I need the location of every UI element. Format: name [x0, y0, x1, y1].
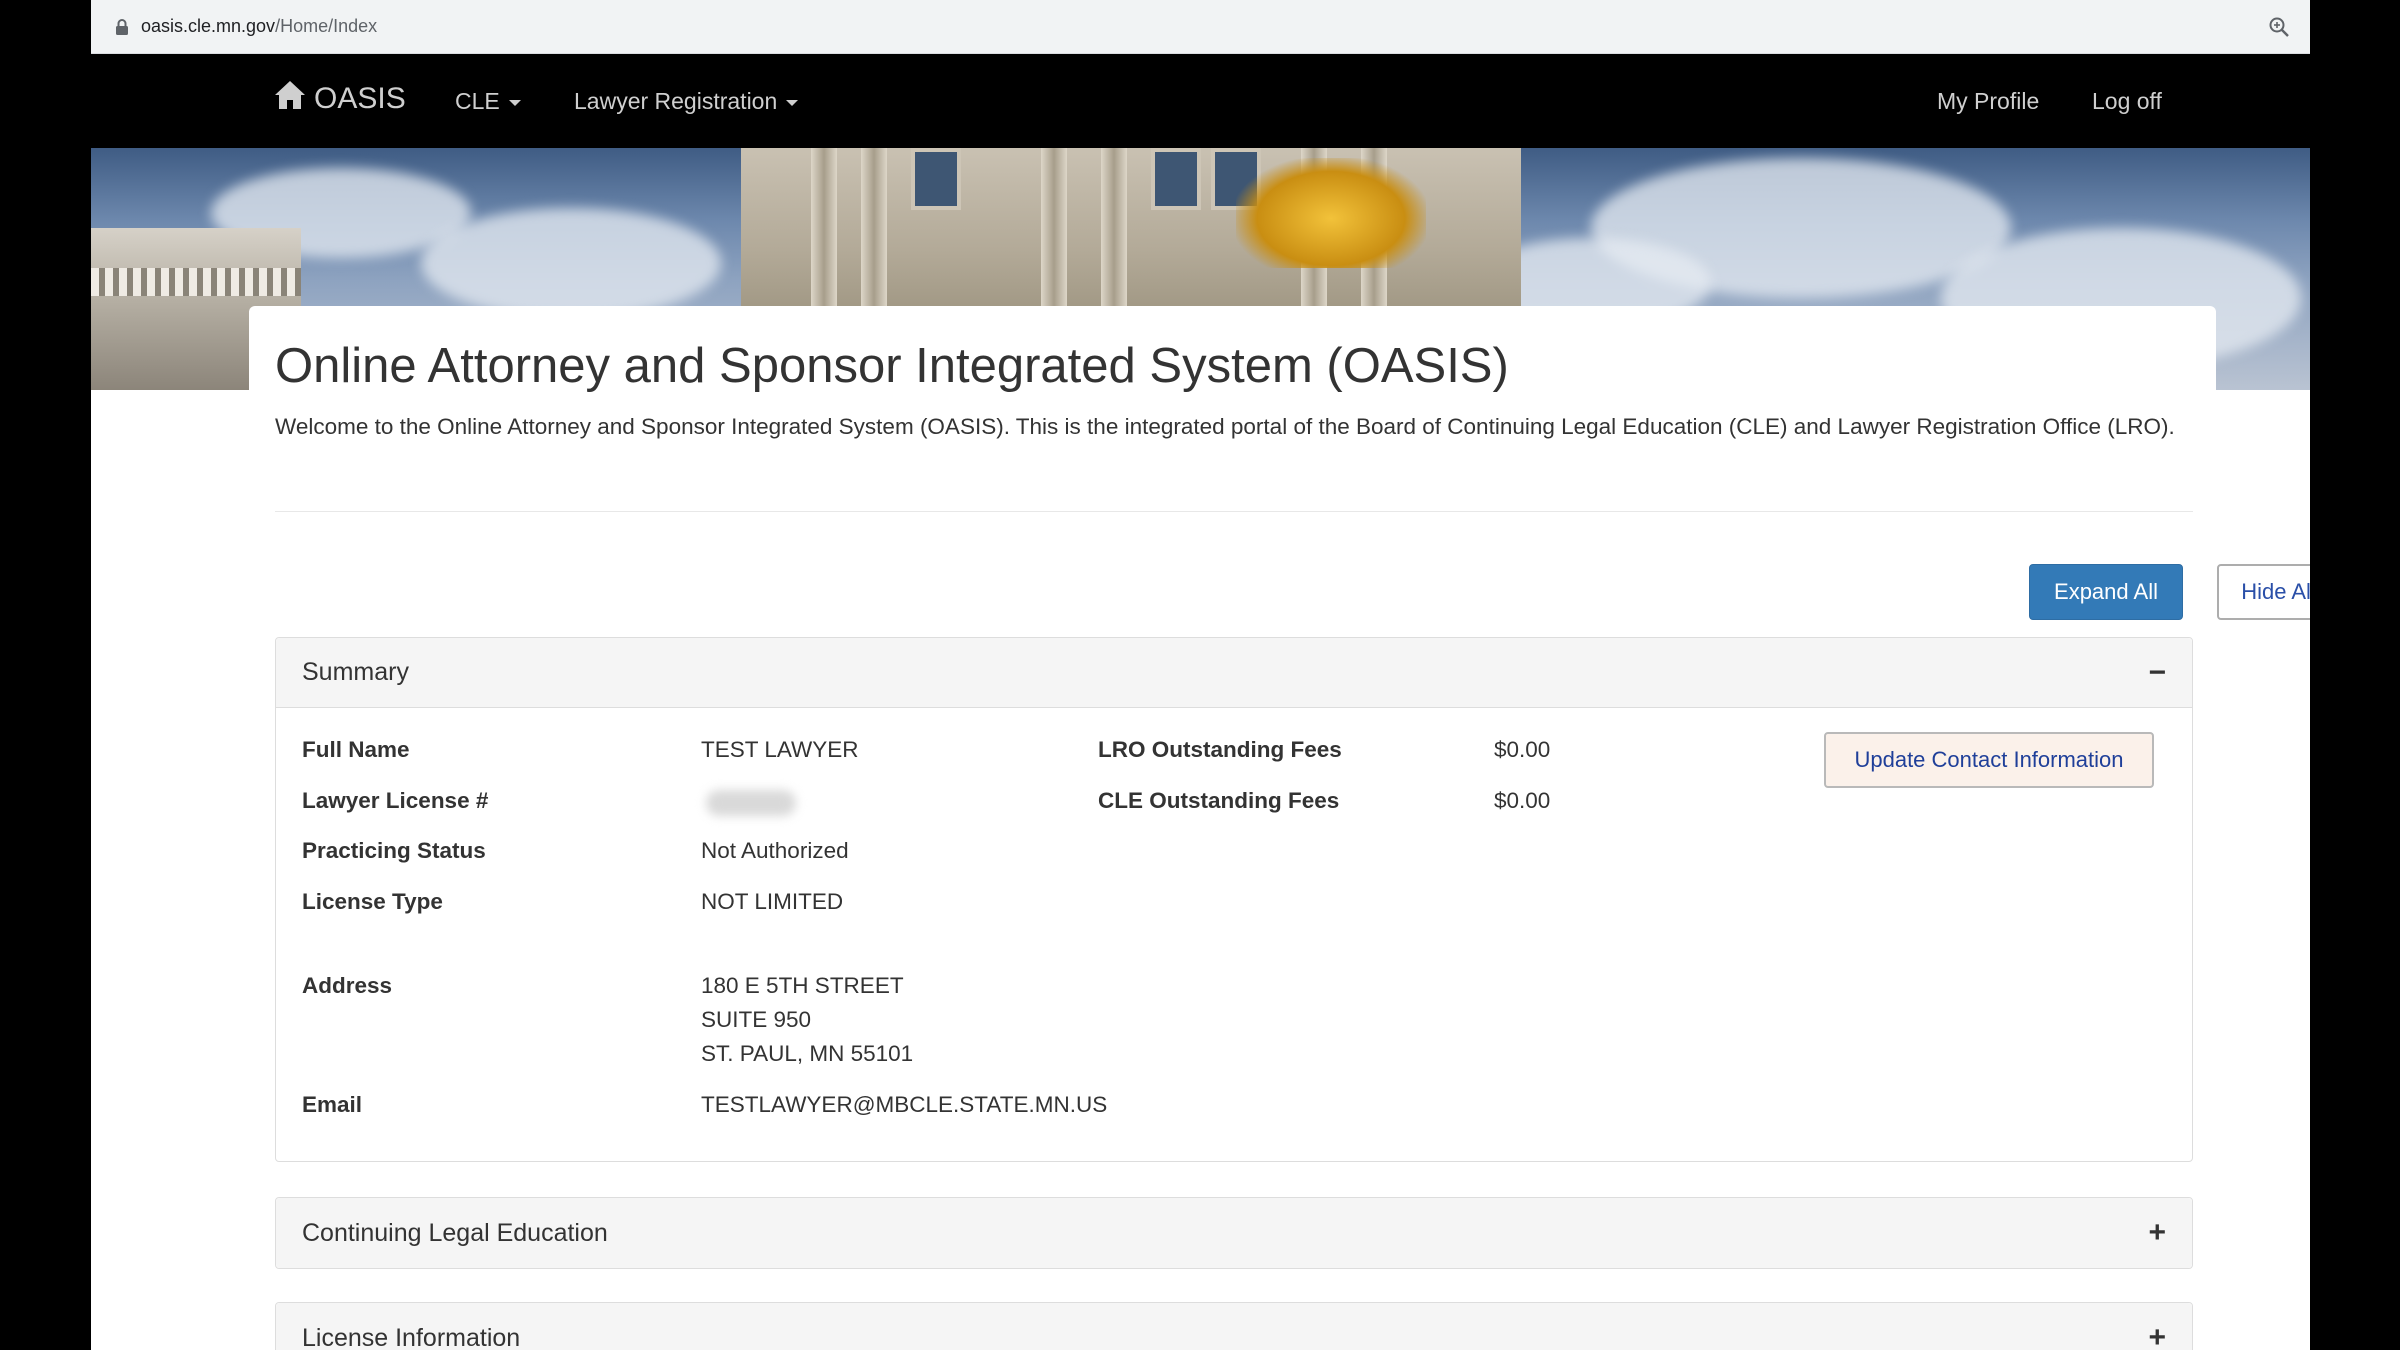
address-line3: ST. PAUL, MN 55101 — [701, 1041, 914, 1066]
nav-lawyer-registration-label: Lawyer Registration — [574, 88, 778, 114]
email-value: TESTLAWYER@MBCLE.STATE.MN.US — [701, 1092, 1108, 1117]
chevron-down-icon — [508, 100, 521, 106]
summary-card: Summary − Update Contact Information Ful… — [275, 637, 2193, 1162]
cle-card-header[interactable]: Continuing Legal Education + — [276, 1198, 2192, 1268]
brand-home-link[interactable]: OASIS — [274, 80, 406, 118]
url-text[interactable]: oasis.cle.mn.gov/Home/Index — [141, 16, 377, 37]
lro-outstanding-fees-value: $0.00 — [1494, 737, 1551, 762]
nav-cle-dropdown[interactable]: CLE — [455, 88, 521, 115]
practicing-status-label: Practicing Status — [302, 838, 486, 863]
license-type-label: License Type — [302, 889, 443, 914]
license-type-value: NOT LIMITED — [701, 889, 844, 914]
expand-plus-icon[interactable]: + — [2148, 1218, 2166, 1248]
nav-lawyer-registration-dropdown[interactable]: Lawyer Registration — [574, 88, 799, 115]
update-contact-information-button[interactable]: Update Contact Information — [1824, 732, 2154, 788]
email-label: Email — [302, 1092, 363, 1117]
url-path: /Home/Index — [275, 16, 378, 36]
browser-window: oasis.cle.mn.gov/Home/Index OASIS CLE La… — [91, 0, 2310, 1350]
cle-outstanding-fees-value: $0.00 — [1494, 788, 1551, 813]
divider — [275, 511, 2193, 512]
home-icon — [274, 80, 314, 118]
main-content: Online Attorney and Sponsor Integrated S… — [249, 306, 2310, 1350]
summary-card-header[interactable]: Summary − — [276, 638, 2192, 708]
chevron-down-icon — [786, 100, 799, 106]
lro-outstanding-fees-label: LRO Outstanding Fees — [1098, 737, 1342, 762]
practicing-status-value: Not Authorized — [701, 838, 849, 863]
full-name-label: Full Name — [302, 737, 410, 762]
cle-card: Continuing Legal Education + — [275, 1197, 2193, 1269]
address-line2: SUITE 950 — [701, 1007, 812, 1032]
zoom-icon[interactable] — [2268, 16, 2290, 43]
address-bar[interactable]: oasis.cle.mn.gov/Home/Index — [91, 0, 2310, 54]
hide-all-button[interactable]: Hide All — [2217, 564, 2310, 620]
cle-outstanding-fees-label: CLE Outstanding Fees — [1098, 788, 1340, 813]
brand-label: OASIS — [314, 82, 406, 115]
page-title: Online Attorney and Sponsor Integrated S… — [275, 339, 1509, 393]
license-information-card-header[interactable]: License Information + — [276, 1303, 2192, 1350]
address-label: Address — [302, 973, 393, 998]
url-domain: oasis.cle.mn.gov — [141, 16, 276, 36]
expand-all-button[interactable]: Expand All — [2029, 564, 2183, 620]
nav-my-profile[interactable]: My Profile — [1937, 88, 2039, 115]
redacted-license-number — [706, 790, 796, 816]
lock-icon — [115, 18, 129, 36]
top-navbar: OASIS CLE Lawyer Registration My Profile… — [91, 54, 2310, 148]
license-information-heading: License Information — [302, 1323, 521, 1350]
address-line1: 180 E 5TH STREET — [701, 973, 904, 998]
lawyer-license-label: Lawyer License # — [302, 788, 489, 813]
intro-text: Welcome to the Online Attorney and Spons… — [275, 414, 2175, 439]
nav-log-off[interactable]: Log off — [2092, 88, 2162, 115]
expand-plus-icon[interactable]: + — [2148, 1323, 2166, 1350]
license-information-card: License Information + — [275, 1302, 2193, 1350]
golden-statue — [1236, 158, 1426, 268]
cle-heading: Continuing Legal Education — [302, 1218, 608, 1247]
full-name-value: TEST LAWYER — [701, 737, 859, 762]
collapse-minus-icon[interactable]: − — [2148, 657, 2166, 688]
summary-heading: Summary — [302, 658, 409, 686]
nav-cle-label: CLE — [455, 88, 500, 114]
